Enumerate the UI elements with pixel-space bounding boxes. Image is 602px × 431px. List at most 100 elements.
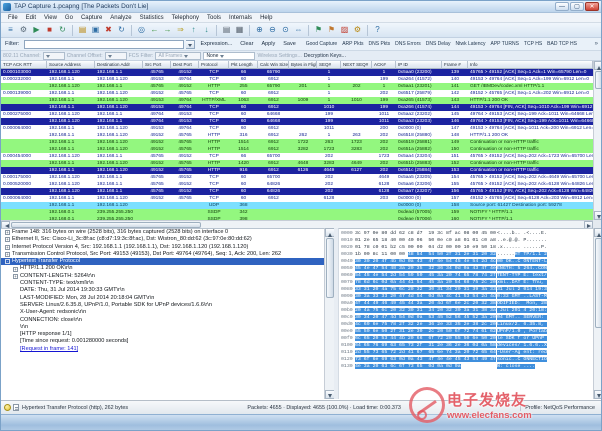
list-interfaces-icon[interactable]: ≡ [4,24,17,36]
open-file-icon[interactable]: ▤ [76,24,89,36]
packet-row[interactable]: 192.168.1.1192.168.1.1204915245765HTTP15… [1,146,593,153]
detail-line[interactable]: SERVER: Linux/2.6.35.8, UPnP/1.0, Portab… [1,302,332,309]
column-header-destination-addr[interactable]: Destination Addr [95,61,143,69]
packet-row[interactable]: 192.168.1.1192.168.1.1204915349764TCP606… [1,104,593,111]
column-header-ip-id[interactable]: IP ID [396,61,442,69]
quick-filter-good-capture[interactable]: Good Capture [304,40,339,48]
scroll-down-arrow-icon[interactable] [594,211,602,220]
packet-row[interactable]: 192.168.1.120192.168.1.14976449153TCP606… [1,118,593,125]
close-file-icon[interactable]: ✖ [102,24,115,36]
request-in-frame-link[interactable]: [Request in frame: 141] [20,346,78,353]
column-header-pkt-length[interactable]: Pkt Length [229,61,258,69]
hex-line[interactable]: 012073 6f 6e 69 63 0d 0a 43 4f 4e 4e 45 … [339,356,593,363]
zoom-100-icon[interactable]: ⊙ [279,24,292,36]
detail-line[interactable]: X-User-Agent: redsonic\r\n [1,309,332,316]
expander-icon[interactable]: - [5,259,10,264]
column-header-frame-[interactable]: Frame # [442,61,468,69]
save-file-icon[interactable]: ▣ [89,24,102,36]
menu-file[interactable]: File [4,15,22,21]
packet-row[interactable]: 0.000520000192.168.1.120192.168.1.145765… [1,181,593,188]
view-list-icon[interactable]: ▤ [220,24,233,36]
packet-row[interactable]: 0.000232000192.168.1.1192.168.1.12049153… [1,76,593,83]
decryption-keys-button[interactable]: Decryption Keys... [304,53,346,59]
column-header-seq-[interactable]: SEQ# [317,61,341,69]
detail-line[interactable]: LAST-MODIFIED: Mon, 28 Jul 2014 20:18:04… [1,295,332,302]
go-back-icon[interactable]: ← [148,24,161,36]
menu-telephony[interactable]: Telephony [168,15,203,21]
vscroll-thumb[interactable] [595,71,602,89]
column-header-tcp-ack-rtt[interactable]: TCP ACK RTT [1,61,47,69]
hex-line[interactable]: 00003c 97 0e 80 dd 62 c8 d7 19 3c 8f ac … [339,230,593,237]
quick-filter-dns-errors[interactable]: DNS Errors [393,40,423,48]
detail-line[interactable]: +HTTP/1.1 200 OK\r\n [1,265,332,272]
quick-filter-bad-tcp-hs[interactable]: BAD TCP HS [545,40,579,48]
hex-line[interactable]: 007078 6d 6c 0d 0a 44 41 54 45 3a 20 54 … [339,279,593,286]
title-bar[interactable]: TAP Capture 1.pcapng [The Packets Don't … [1,1,601,13]
detail-line[interactable]: DATE: Thu, 31 Jul 2014 19:30:33 GMT\r\n [1,287,332,294]
filter-input[interactable] [24,40,184,49]
channel-offset-select[interactable] [105,52,127,60]
quick-filter-ntwk-latency[interactable]: Ntwk Latency [453,40,487,48]
hex-line[interactable]: 009030 3a 33 33 20 47 4d 54 0d 0a 4c 41 … [339,293,593,300]
hex-line[interactable]: 00a04f 44 49 46 49 45 44 3a 20 4d 6f 6e … [339,300,593,307]
hex-line[interactable]: 008033 31 20 4a 75 6c 20 32 30 31 34 20 … [339,286,593,293]
filter-clear-button[interactable]: Clear [236,40,257,48]
packet-row[interactable]: 192.168.1.1192.168.1.1204915245765HTTP14… [1,160,593,167]
detail-line[interactable]: +CONTENT-LENGTH: 5264\r\n [1,273,332,280]
hex-line[interactable]: 002001 78 c0 01 b2 c5 00 00 04 d2 00 00 … [339,244,593,251]
capture-filter-icon[interactable]: ⚑ [312,24,325,36]
column-header-bytes-in-flight[interactable]: Bytes in Flight [289,61,317,69]
detail-line[interactable]: CONNECTION: close\r\n [1,317,332,324]
detail-line[interactable]: [Request in frame: 141] [1,346,332,353]
start-capture-icon[interactable]: ▶ [30,24,43,36]
expander-icon[interactable]: + [5,237,10,242]
preferences-icon[interactable]: ⚙ [351,24,364,36]
channel-select[interactable] [43,52,65,60]
go-top-icon[interactable]: ↑ [187,24,200,36]
packet-row[interactable]: 0.000454000192.168.1.120192.168.1.145765… [1,153,593,160]
detail-line[interactable]: \r\n [1,324,332,331]
packet-row[interactable]: 192.168.1.1192.168.1.1204915245765HTTP15… [1,139,593,146]
expert-info-icon[interactable] [4,404,11,411]
vscroll-thumb[interactable] [595,238,602,328]
hex-line[interactable]: 01304e 3a 20 63 6c 6f 73 65 0d 0a 0d 0aN… [339,363,593,370]
filter-save-button[interactable]: Save [279,40,300,48]
wireless-settings-button[interactable]: Wireless Settings... [257,53,301,59]
minimize-button[interactable]: — [555,2,569,11]
close-button[interactable]: ✕ [585,2,599,11]
packet-row[interactable]: 192.168.1.120192.168.1.14576549152TCP606… [1,188,593,195]
quick-filter-tcp-hs[interactable]: TCP HS [522,40,544,48]
detail-line[interactable]: CONTENT-TYPE: text/xml\r\n [1,280,332,287]
hex-line[interactable]: 00301b 00 8c 11 00 00 48 54 54 50 2f 31 … [339,251,593,258]
view-details-icon[interactable]: ▦ [233,24,246,36]
packet-row[interactable]: 192.168.1.1192.168.1.1204915245765HTTP31… [1,132,593,139]
packet-list-hscrollbar[interactable] [1,220,593,228]
scroll-down-arrow-icon[interactable] [594,390,602,399]
column-header-src-port[interactable]: Src Port [143,61,171,69]
maximize-button[interactable]: ▢ [570,2,584,11]
quick-filter-dns-pkts[interactable]: DNS Pkts [367,40,393,48]
display-filter-icon[interactable]: ⚑ [325,24,338,36]
hex-line[interactable]: 006054 45 4e 54 2d 54 59 50 45 3a 20 74 … [339,272,593,279]
hex-line[interactable]: 00d04c 69 6e 75 78 2f 32 2e 36 2e 33 35 … [339,321,593,328]
detail-line[interactable]: +Transmission Control Protocol, Src Port… [1,251,332,258]
column-header-dest-port[interactable]: Dest Port [171,61,199,69]
scroll-up-arrow-icon[interactable] [594,61,602,70]
column-header-info[interactable]: Info [468,61,593,69]
menu-statistics[interactable]: Statistics [136,15,168,21]
packet-row[interactable]: 0.000103000192.168.1.120192.168.1.145765… [1,69,593,76]
zoom-in-icon[interactable]: ⊕ [253,24,266,36]
quick-filter-app-turns[interactable]: APP TURNS [488,40,520,48]
help-icon[interactable]: ? [371,24,384,36]
decode-as-select[interactable]: None [203,52,255,60]
detail-line[interactable]: +Ethernet II, Src: Cisco-Li_3c:8f:ac (c8… [1,236,332,243]
hex-line[interactable]: 00f06c 65 20 53 44 4b 20 66 6f 72 20 55 … [339,335,593,342]
restart-capture-icon[interactable]: ↻ [56,24,69,36]
quick-filter-dns-delay[interactable]: DNS Delay [424,40,453,48]
resize-columns-icon[interactable]: ⇔ [292,24,305,36]
column-header-protocol[interactable]: Protocol [199,61,229,69]
hex-line[interactable]: 01102d 55 73 65 72 2d 41 67 65 6e 74 3a … [339,349,593,356]
vscroll-thumb[interactable] [326,238,334,298]
menu-internals[interactable]: Internals [225,15,256,21]
packet-row[interactable]: 0.000064000192.168.1.1192.168.1.12049152… [1,195,593,202]
